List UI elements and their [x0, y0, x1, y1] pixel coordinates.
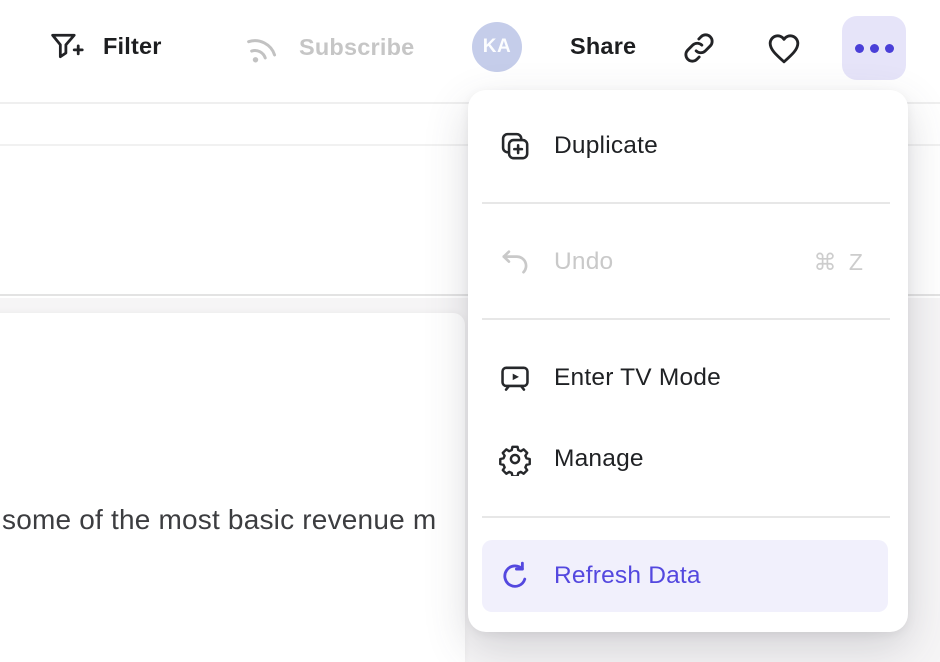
duplicate-icon	[498, 129, 532, 163]
avatar[interactable]: KA	[472, 22, 522, 72]
menu-divider	[482, 202, 890, 204]
filter-funnel-plus-icon	[48, 28, 85, 65]
undo-shortcut: ⌘ Z	[814, 249, 888, 276]
copy-link-button[interactable]	[679, 28, 719, 68]
menu-divider	[482, 516, 890, 518]
share-button[interactable]: Share	[570, 33, 636, 60]
favorite-button[interactable]	[763, 27, 805, 69]
ellipsis-dot	[870, 44, 879, 53]
refresh-icon	[498, 559, 532, 593]
heart-icon	[764, 28, 804, 68]
undo-label: Undo	[554, 248, 613, 276]
background-card-lower	[0, 313, 465, 662]
link-icon	[680, 29, 718, 67]
undo-icon	[498, 245, 532, 279]
filter-label: Filter	[103, 33, 162, 60]
filter-button[interactable]: Filter	[48, 28, 162, 65]
menu-item-undo-disabled[interactable]: Undo ⌘ Z	[482, 234, 888, 290]
avatar-initials: KA	[483, 36, 511, 58]
background-paragraph: some of the most basic revenue m	[2, 502, 464, 538]
menu-item-manage[interactable]: Manage	[482, 423, 888, 495]
subscribe-label: Subscribe	[299, 34, 414, 61]
menu-item-enter-tv-mode[interactable]: Enter TV Mode	[482, 342, 888, 414]
menu-item-duplicate[interactable]: Duplicate	[482, 118, 888, 174]
menu-divider	[482, 318, 890, 320]
subscribe-button[interactable]: Subscribe	[243, 28, 414, 66]
gear-icon	[498, 442, 532, 476]
app-screen: some of the most basic revenue m Filter …	[0, 0, 940, 662]
manage-label: Manage	[554, 445, 644, 473]
menu-item-refresh-data[interactable]: Refresh Data	[482, 540, 888, 612]
tv-mode-icon	[498, 361, 532, 395]
more-options-button[interactable]	[842, 16, 906, 80]
refresh-data-label: Refresh Data	[554, 562, 701, 590]
more-options-menu: Duplicate Undo ⌘ Z Enter TV M	[468, 90, 908, 632]
ellipsis-dot	[855, 44, 864, 53]
share-label: Share	[570, 33, 636, 60]
enter-tv-mode-label: Enter TV Mode	[554, 364, 721, 392]
rss-subscribe-icon	[243, 28, 281, 66]
ellipsis-dot	[885, 44, 894, 53]
duplicate-label: Duplicate	[554, 132, 658, 160]
